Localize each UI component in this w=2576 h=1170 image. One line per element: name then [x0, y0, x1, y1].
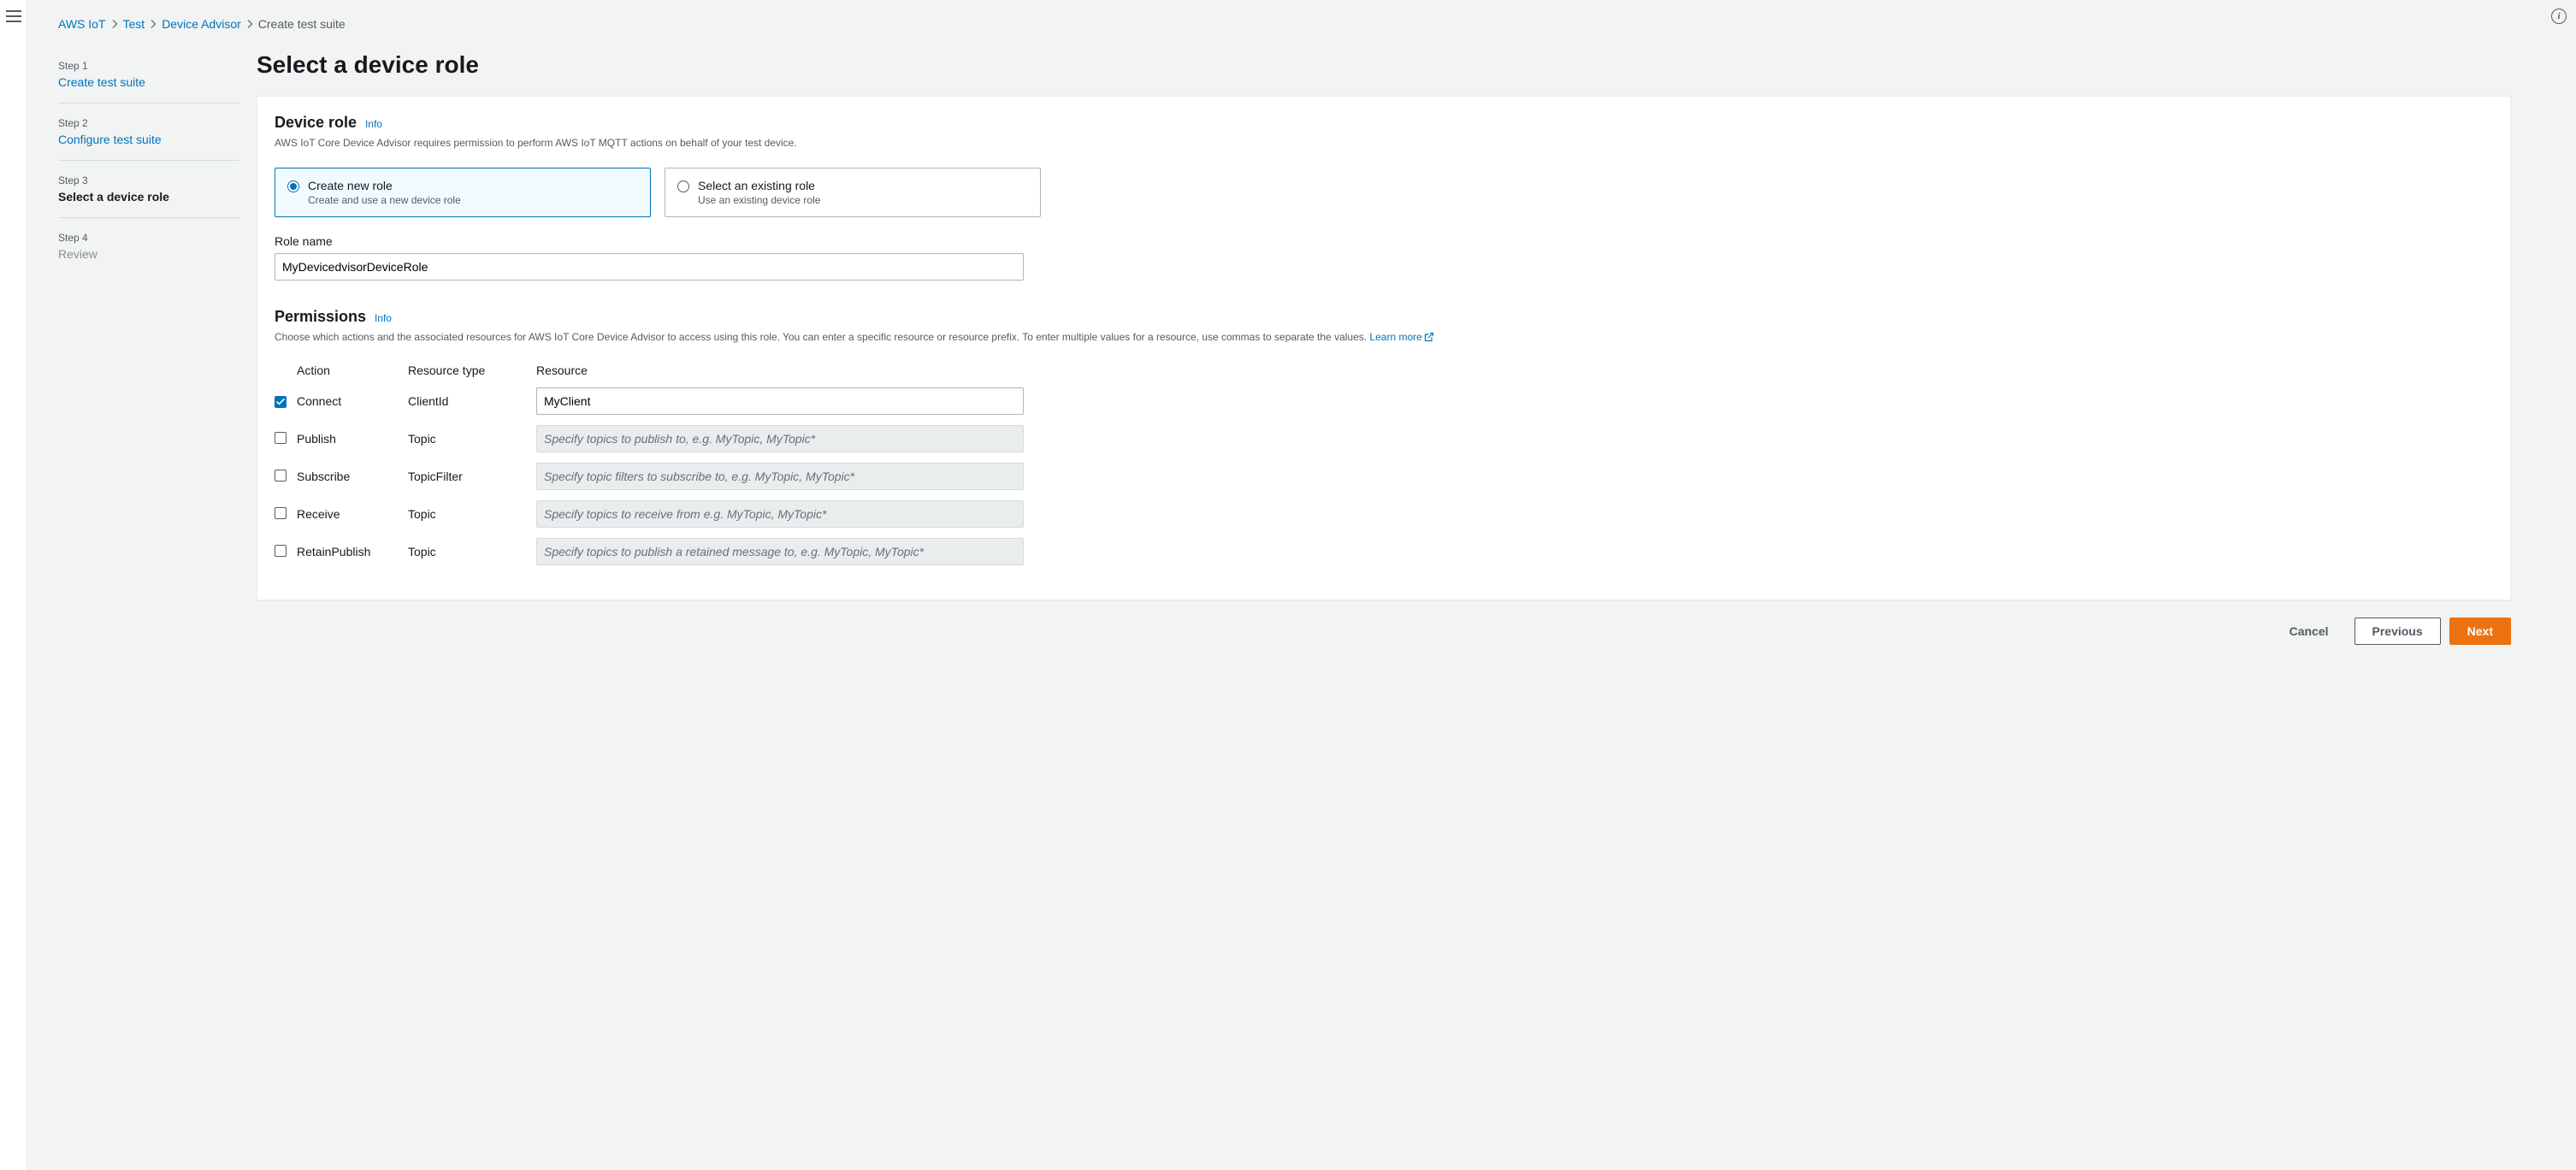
- tile-select-existing-role[interactable]: Select an existing role Use an existing d…: [665, 168, 1041, 217]
- permission-action: Receive: [297, 507, 408, 521]
- permission-row: SubscribeTopicFilter: [275, 463, 1024, 490]
- chevron-right-icon: [111, 17, 118, 31]
- role-option-tiles: Create new role Create and use a new devi…: [275, 168, 2493, 217]
- tile-description: Use an existing device role: [698, 194, 820, 206]
- permission-resource-input: [536, 463, 1024, 490]
- breadcrumb-link[interactable]: Device Advisor: [162, 17, 241, 31]
- radio-icon: [287, 180, 299, 192]
- wizard-step-label: Step 3: [58, 174, 239, 186]
- tile-create-new-role[interactable]: Create new role Create and use a new devi…: [275, 168, 651, 217]
- wizard-step-label: Step 1: [58, 60, 239, 72]
- permission-checkbox[interactable]: [275, 545, 287, 557]
- device-role-info-link[interactable]: Info: [365, 118, 382, 130]
- permission-checkbox[interactable]: [275, 507, 287, 519]
- permission-resource-input: [536, 538, 1024, 565]
- permission-row: RetainPublishTopic: [275, 538, 1024, 565]
- next-button[interactable]: Next: [2449, 618, 2511, 645]
- radio-icon: [677, 180, 689, 192]
- side-nav-collapsed: [0, 0, 27, 1170]
- permission-resource-type: ClientId: [408, 394, 536, 408]
- permissions-description: Choose which actions and the associated …: [275, 329, 2493, 346]
- cancel-button[interactable]: Cancel: [2272, 618, 2346, 645]
- permission-row: ReceiveTopic: [275, 500, 1024, 528]
- wizard-step-label: Step 4: [58, 232, 239, 244]
- permission-resource-input: [536, 500, 1024, 528]
- info-panel-toggle-icon[interactable]: i: [2551, 9, 2567, 24]
- breadcrumb-link[interactable]: AWS IoT: [58, 17, 106, 31]
- wizard-step-title: Review: [58, 247, 239, 261]
- permission-row: ConnectClientId: [275, 387, 1024, 415]
- permission-resource-type: Topic: [408, 545, 536, 558]
- hamburger-menu-icon[interactable]: [6, 10, 21, 22]
- help-panel-collapsed: i: [2542, 0, 2576, 1170]
- breadcrumb-current: Create test suite: [258, 17, 346, 31]
- device-role-description: AWS IoT Core Device Advisor requires per…: [275, 135, 2493, 151]
- permission-resource-type: Topic: [408, 432, 536, 446]
- permission-action: Connect: [297, 394, 408, 408]
- permissions-table-header: Action Resource type Resource: [275, 363, 1024, 377]
- permission-checkbox[interactable]: [275, 432, 287, 444]
- wizard-footer-buttons: Cancel Previous Next: [257, 600, 2511, 662]
- permission-resource-input[interactable]: [536, 387, 1024, 415]
- wizard-step-title[interactable]: Configure test suite: [58, 133, 239, 146]
- wizard-step-title: Select a device role: [58, 190, 239, 204]
- external-link-icon: [1424, 331, 1434, 346]
- device-role-heading: Device role: [275, 114, 357, 131]
- device-role-panel: Device role Info AWS IoT Core Device Adv…: [257, 96, 2511, 600]
- wizard-step-title[interactable]: Create test suite: [58, 75, 239, 89]
- permission-resource-type: TopicFilter: [408, 470, 536, 483]
- permission-resource-input: [536, 425, 1024, 452]
- breadcrumb-link[interactable]: Test: [123, 17, 145, 31]
- permissions-info-link[interactable]: Info: [375, 312, 392, 324]
- permission-action: Subscribe: [297, 470, 408, 483]
- tile-description: Create and use a new device role: [308, 194, 461, 206]
- role-name-input[interactable]: [275, 253, 1024, 281]
- tile-title: Create new role: [308, 179, 461, 192]
- learn-more-link[interactable]: Learn more: [1369, 331, 1433, 343]
- chevron-right-icon: [150, 17, 157, 31]
- permission-resource-type: Topic: [408, 507, 536, 521]
- permissions-heading: Permissions: [275, 308, 366, 325]
- permission-checkbox[interactable]: [275, 396, 287, 408]
- permission-action: Publish: [297, 432, 408, 446]
- page-title: Select a device role: [257, 38, 2511, 96]
- wizard-step-label: Step 2: [58, 117, 239, 129]
- permission-action: RetainPublish: [297, 545, 408, 558]
- permission-checkbox[interactable]: [275, 470, 287, 482]
- wizard-step[interactable]: Step 1 Create test suite: [58, 60, 239, 103]
- wizard-step: Step 4 Review: [58, 232, 239, 275]
- wizard-navigation: Step 1 Create test suite Step 2 Configure t…: [58, 38, 257, 662]
- previous-button[interactable]: Previous: [2354, 618, 2441, 645]
- chevron-right-icon: [246, 17, 253, 31]
- role-name-label: Role name: [275, 234, 2493, 248]
- breadcrumb: AWS IoT Test Device Advisor Create test sui…: [27, 0, 2542, 38]
- wizard-step[interactable]: Step 2 Configure test suite: [58, 117, 239, 161]
- permission-row: PublishTopic: [275, 425, 1024, 452]
- wizard-step: Step 3 Select a device role: [58, 174, 239, 218]
- tile-title: Select an existing role: [698, 179, 820, 192]
